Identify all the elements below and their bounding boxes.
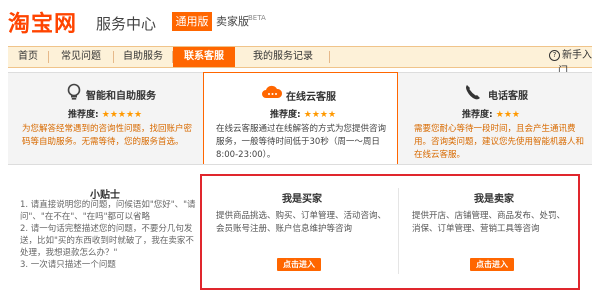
buyer-enter-button[interactable]: 点击进入 (277, 258, 321, 271)
tips-list: 1. 请直接说明您的问题，问候语如"您好"、"请问"、"在不在"、"在吗"都可以… (20, 199, 200, 271)
rating-stars: ★★★★ (303, 110, 337, 120)
header: 淘宝网 服务中心 通用版 卖家版 BETA (0, 0, 600, 46)
tab-seller-version[interactable]: 卖家版 (216, 12, 249, 31)
channel-phone-service[interactable]: 电话客服 推荐度: ★★★ 需要您耐心等待一段时间，且会产生通讯费用。咨询类问题… (398, 73, 592, 165)
recommend-label: 推荐度: (270, 110, 301, 120)
newbie-guide-link[interactable]: ?新手入 门 (549, 46, 599, 77)
tip-item: 3. 一次请只描述一个问题 (20, 260, 116, 270)
nav-item-contact-service[interactable]: 联系客服 (173, 47, 235, 67)
recommend-label: 推荐度: (68, 110, 99, 120)
channel-description: 需要您耐心等待一段时间，且会产生通讯费用。咨询类问题，建议您先使用智能机器人和在… (414, 124, 585, 160)
nav-item-faq[interactable]: 常见问题 (49, 47, 113, 67)
rating-stars: ★★★ (495, 110, 520, 120)
main-nav: 首页 常见问题 自助服务 联系客服 我的服务记录 (8, 46, 592, 68)
buyer-title: 我是买家 (282, 194, 322, 205)
nav-item-self-service[interactable]: 自助服务 (114, 47, 172, 67)
lightbulb-icon (67, 83, 81, 100)
channel-title: 电话客服 (488, 91, 528, 102)
channel-title: 智能和自助服务 (86, 91, 156, 102)
channel-smart-self-service[interactable]: 智能和自助服务 推荐度: ★★★★★ 为您解答经常遇到的咨询性问题，找回账户密码… (8, 73, 202, 165)
channel-description: 为您解答经常遇到的咨询性问题，找回账户密码等自助服务。无需等待，您的服务首选。 (22, 124, 193, 147)
nav-divider (329, 51, 330, 63)
buyer-description: 提供商品挑选、购买、订单管理、活动咨询、会员账号注册、账户信息维护等咨询 (216, 211, 387, 234)
seller-description: 提供开店、店铺管理、商品发布、处罚、消保、订单管理、营销工具等咨询 (412, 211, 566, 234)
channel-title: 在线云客服 (286, 92, 336, 103)
recommend-rating: 推荐度: ★★★★★ (68, 107, 142, 120)
seller-title: 我是卖家 (474, 194, 514, 205)
phone-icon (466, 85, 480, 100)
channel-panels: 智能和自助服务 推荐度: ★★★★★ 为您解答经常遇到的咨询性问题，找回账户密码… (8, 72, 592, 168)
recommend-rating: 推荐度: ★★★ (462, 107, 520, 120)
role-divider (398, 188, 399, 274)
newbie-label: 新手入 (562, 50, 592, 61)
tip-item: 2. 请一句话完整描述您的问题，不要分几句发送，比如"买的东西收到时就破了，我在… (20, 224, 194, 258)
question-circle-icon: ? (549, 49, 560, 61)
recommend-label: 推荐度: (462, 110, 493, 120)
channel-online-cloud-service[interactable]: 在线云客服 推荐度: ★★★★ 在线云客服通过在线解答的方式为您提供咨询服务，一… (203, 72, 398, 168)
tip-item: 1. 请直接说明您的问题，问候语如"您好"、"请问"、"在不在"、"在吗"都可以… (20, 200, 196, 222)
channel-description: 在线云客服通过在线解答的方式为您提供咨询服务，一般等待时间低于30秒（周一～周日… (216, 124, 387, 160)
recommend-rating: 推荐度: ★★★★ (270, 107, 336, 120)
cloud-chat-icon (262, 85, 283, 98)
nav-item-service-records[interactable]: 我的服务记录 (237, 47, 329, 67)
nav-item-home[interactable]: 首页 (8, 47, 48, 67)
service-center-title: 服务中心 (96, 15, 157, 33)
beta-badge: BETA (248, 14, 266, 22)
tab-general-version[interactable]: 通用版 (172, 12, 212, 31)
seller-enter-button[interactable]: 点击进入 (470, 258, 514, 271)
rating-stars: ★★★★★ (101, 110, 143, 120)
taobao-logo[interactable]: 淘宝网 (8, 6, 77, 38)
